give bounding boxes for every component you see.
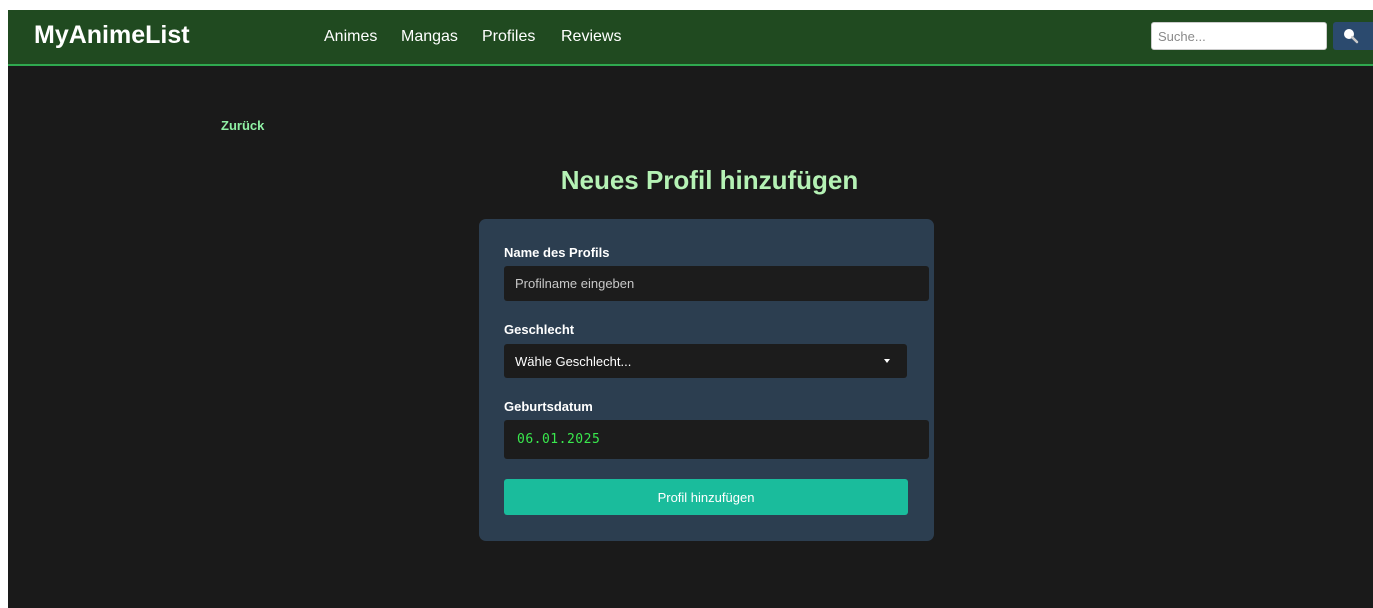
app-frame: MyAnimeList Animes Mangas Profiles Revie… xyxy=(8,10,1373,608)
gender-select[interactable]: Wähle Geschlecht... xyxy=(504,344,907,378)
nav-link-animes[interactable]: Animes xyxy=(324,28,377,46)
nav-link-reviews[interactable]: Reviews xyxy=(561,28,621,46)
brand-logo[interactable]: MyAnimeList xyxy=(34,21,190,50)
search-icon xyxy=(1344,29,1359,44)
gender-select-value: Wähle Geschlecht... xyxy=(515,354,632,369)
birthdate-value: 06.01.2025 xyxy=(517,432,601,447)
profile-name-label: Name des Profils xyxy=(504,245,610,260)
page-title: Neues Profil hinzufügen xyxy=(560,165,859,195)
caret-down-icon xyxy=(884,359,890,363)
profile-name-input[interactable] xyxy=(504,266,929,301)
search-input[interactable] xyxy=(1151,22,1327,50)
nav-link-mangas[interactable]: Mangas xyxy=(401,28,458,46)
profile-form-card: Name des Profils Geschlecht Wähle Geschl… xyxy=(479,219,934,541)
search-button[interactable] xyxy=(1333,22,1373,50)
birthdate-input[interactable]: 06.01.2025 xyxy=(504,420,929,459)
navbar: MyAnimeList Animes Mangas Profiles Revie… xyxy=(8,10,1373,66)
birthdate-label: Geburtsdatum xyxy=(504,399,593,414)
back-link[interactable]: Zurück xyxy=(221,118,264,133)
gender-label: Geschlecht xyxy=(504,322,575,337)
nav-link-profiles[interactable]: Profiles xyxy=(482,28,535,46)
add-profile-button[interactable]: Profil hinzufügen xyxy=(504,479,908,515)
